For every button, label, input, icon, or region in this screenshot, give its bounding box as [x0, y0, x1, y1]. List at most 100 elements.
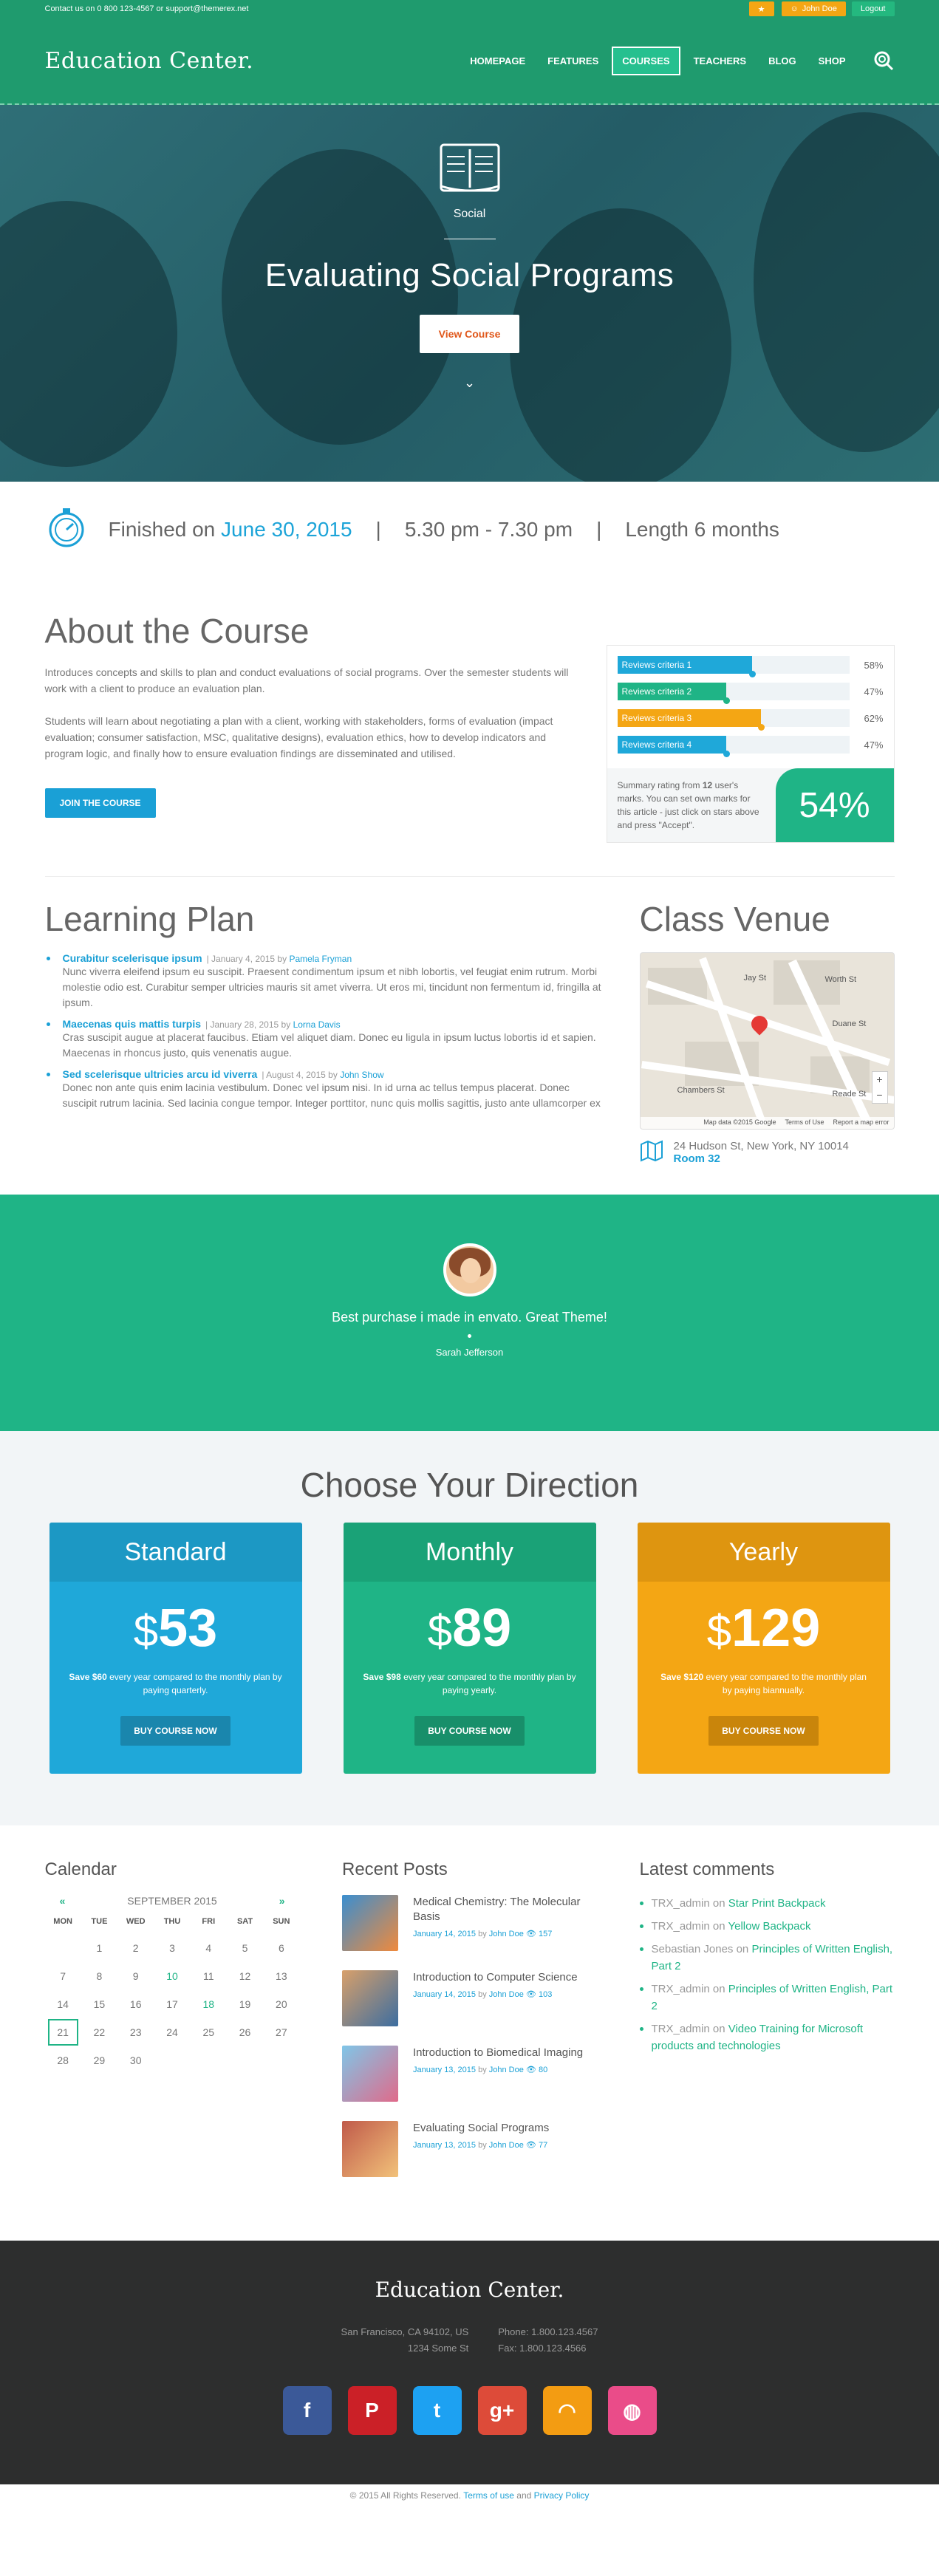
map-zoom-control[interactable]: + −	[871, 1071, 888, 1104]
plan-item-text: Donec non ante quis enim lacinia vestibu…	[62, 1082, 601, 1109]
calendar-day[interactable]: 20	[263, 1998, 299, 2010]
comment-post-link[interactable]: Star Print Backpack	[728, 1897, 826, 1910]
calendar-day[interactable]: 11	[191, 1970, 227, 1982]
nav-item-courses[interactable]: COURSES	[612, 46, 680, 75]
post-title[interactable]: Introduction to Biomedical Imaging	[413, 2046, 583, 2060]
footer-logo[interactable]: Education Center.	[0, 2278, 939, 2302]
calendar-day[interactable]: 5	[227, 1942, 263, 1954]
nav-item-homepage[interactable]: HOMEPAGE	[461, 48, 534, 74]
post-title[interactable]: Introduction to Computer Science	[413, 1970, 578, 1985]
plan-item-title[interactable]: Sed scelerisque ultricies arcu id viverr…	[63, 1068, 258, 1080]
plan-item-author[interactable]: Pamela Fryman	[289, 954, 352, 964]
terms-link[interactable]: Terms of use	[463, 2490, 514, 2501]
calendar-day[interactable]: 14	[45, 1998, 81, 2010]
calendar-day[interactable]: 8	[81, 1970, 117, 1982]
view-course-button[interactable]: View Course	[419, 315, 520, 353]
calendar-day[interactable]: 23	[117, 2026, 154, 2038]
post-author[interactable]: John Doe	[489, 2066, 524, 2074]
recent-post[interactable]: Introduction to Computer Science January …	[342, 1970, 597, 2026]
calendar-day[interactable]: 30	[117, 2054, 154, 2066]
calendar-day[interactable]: 9	[117, 1970, 154, 1982]
chevron-down-icon[interactable]: ⌄	[0, 375, 939, 391]
calendar-day[interactable]: 6	[263, 1942, 299, 1954]
calendar-day[interactable]: 29	[81, 2054, 117, 2066]
calendar-day[interactable]: 16	[117, 1998, 154, 2010]
twitter-icon[interactable]: t	[412, 2386, 462, 2435]
calendar-day[interactable]: 18	[191, 1998, 227, 2010]
calendar-day[interactable]: 17	[154, 1998, 190, 2010]
criterion-handle[interactable]	[723, 751, 731, 757]
calendar-day[interactable]: 22	[81, 2026, 117, 2038]
post-author[interactable]: John Doe	[489, 1990, 524, 1999]
plan-item-author[interactable]: Lorna Davis	[293, 1019, 341, 1030]
criterion-handle[interactable]	[758, 724, 765, 731]
logout-button[interactable]: Logout	[851, 1, 895, 16]
bookmarks-button[interactable]: ★	[748, 1, 774, 16]
calendar-day[interactable]: 2	[117, 1942, 154, 1954]
criterion-bar[interactable]: Reviews criteria 3	[617, 709, 850, 731]
calendar-day[interactable]: 4	[191, 1942, 227, 1954]
calendar-day[interactable]: 26	[227, 2026, 263, 2038]
calendar-day[interactable]: 7	[45, 1970, 81, 1982]
post-title[interactable]: Medical Chemistry: The Molecular Basis	[413, 1895, 597, 1924]
rss-icon[interactable]: ◠	[542, 2386, 592, 2435]
calendar-day[interactable]: 24	[154, 2026, 190, 2038]
buy-course-button[interactable]: BUY COURSE NOW	[708, 1716, 819, 1746]
criterion-bar[interactable]: Reviews criteria 2	[617, 683, 850, 704]
criterion-bar[interactable]: Reviews criteria 4	[617, 736, 850, 757]
calendar-day[interactable]: 1	[81, 1942, 117, 1954]
plan-item-author[interactable]: John Show	[340, 1070, 383, 1080]
post-author[interactable]: John Doe	[489, 1930, 524, 1938]
join-course-button[interactable]: JOIN THE COURSE	[44, 788, 156, 818]
post-thumbnail[interactable]	[342, 2046, 398, 2102]
recent-post[interactable]: Introduction to Biomedical Imaging Januar…	[342, 2046, 597, 2102]
calendar-day[interactable]: 10	[154, 1970, 190, 1982]
criterion-handle[interactable]	[723, 697, 731, 704]
map-terms-link[interactable]: Terms of Use	[785, 1118, 824, 1127]
venue-map[interactable]: Jay St Worth St Duane St Chambers St Rea…	[639, 952, 895, 1130]
calendar-day[interactable]: 12	[227, 1970, 263, 1982]
search-icon[interactable]	[873, 49, 895, 72]
calendar-day[interactable]: 15	[81, 1998, 117, 2010]
weekday-label: SUN	[273, 1917, 290, 1926]
eye-icon: 👁	[525, 2066, 536, 2074]
nav-item-shop[interactable]: SHOP	[810, 48, 855, 74]
next-month-button[interactable]: »	[279, 1895, 285, 1907]
plan-item-title[interactable]: Curabitur scelerisque ipsum	[63, 952, 202, 964]
social-links: f Pt g+ ◠ ◍	[0, 2386, 939, 2435]
buy-course-button[interactable]: BUY COURSE NOW	[414, 1716, 525, 1746]
recent-post[interactable]: Medical Chemistry: The Molecular Basis Ja…	[342, 1895, 597, 1951]
pinterest-icon[interactable]: P	[347, 2386, 397, 2435]
calendar-day[interactable]: 19	[227, 1998, 263, 2010]
calendar-day[interactable]: 13	[263, 1970, 299, 1982]
nav-item-teachers[interactable]: TEACHERS	[685, 48, 756, 74]
google-plus-icon[interactable]: g+	[477, 2386, 527, 2435]
calendar-day[interactable]: 25	[191, 2026, 227, 2038]
recent-post[interactable]: Evaluating Social Programs January 13, 20…	[342, 2121, 597, 2177]
post-thumbnail[interactable]	[342, 1970, 398, 2026]
calendar-day[interactable]: 3	[154, 1942, 190, 1954]
nav-item-features[interactable]: FEATURES	[539, 48, 607, 74]
buy-course-button[interactable]: BUY COURSE NOW	[120, 1716, 231, 1746]
dribbble-icon[interactable]: ◍	[607, 2386, 657, 2435]
nav-item-blog[interactable]: BLOG	[759, 48, 805, 74]
post-thumbnail[interactable]	[342, 1895, 398, 1951]
criterion-handle[interactable]	[748, 671, 756, 677]
calendar-day[interactable]: 28	[45, 2054, 81, 2066]
calendar-day[interactable]: 27	[263, 2026, 299, 2038]
calendar-day[interactable]: 21	[47, 2019, 78, 2046]
post-author[interactable]: John Doe	[489, 2141, 524, 2150]
post-title[interactable]: Evaluating Social Programs	[413, 2121, 549, 2136]
site-logo[interactable]: Education Center.	[45, 48, 462, 74]
facebook-icon[interactable]: f	[282, 2386, 332, 2435]
comment-post-link[interactable]: Yellow Backpack	[728, 1920, 810, 1933]
user-menu-button[interactable]: ☺ John Doe	[781, 1, 846, 16]
criterion-bar[interactable]: Reviews criteria 1	[617, 656, 850, 677]
prev-month-button[interactable]: «	[60, 1895, 66, 1907]
privacy-link[interactable]: Privacy Policy	[534, 2490, 590, 2501]
plan-item-title[interactable]: Maecenas quis mattis turpis	[63, 1018, 202, 1030]
map-report-link[interactable]: Report a map error	[833, 1118, 889, 1127]
contact-info: Contact us on 0 800 123-4567 or support@…	[44, 4, 249, 13]
map-label: Worth St	[824, 975, 857, 984]
post-thumbnail[interactable]	[342, 2121, 398, 2177]
